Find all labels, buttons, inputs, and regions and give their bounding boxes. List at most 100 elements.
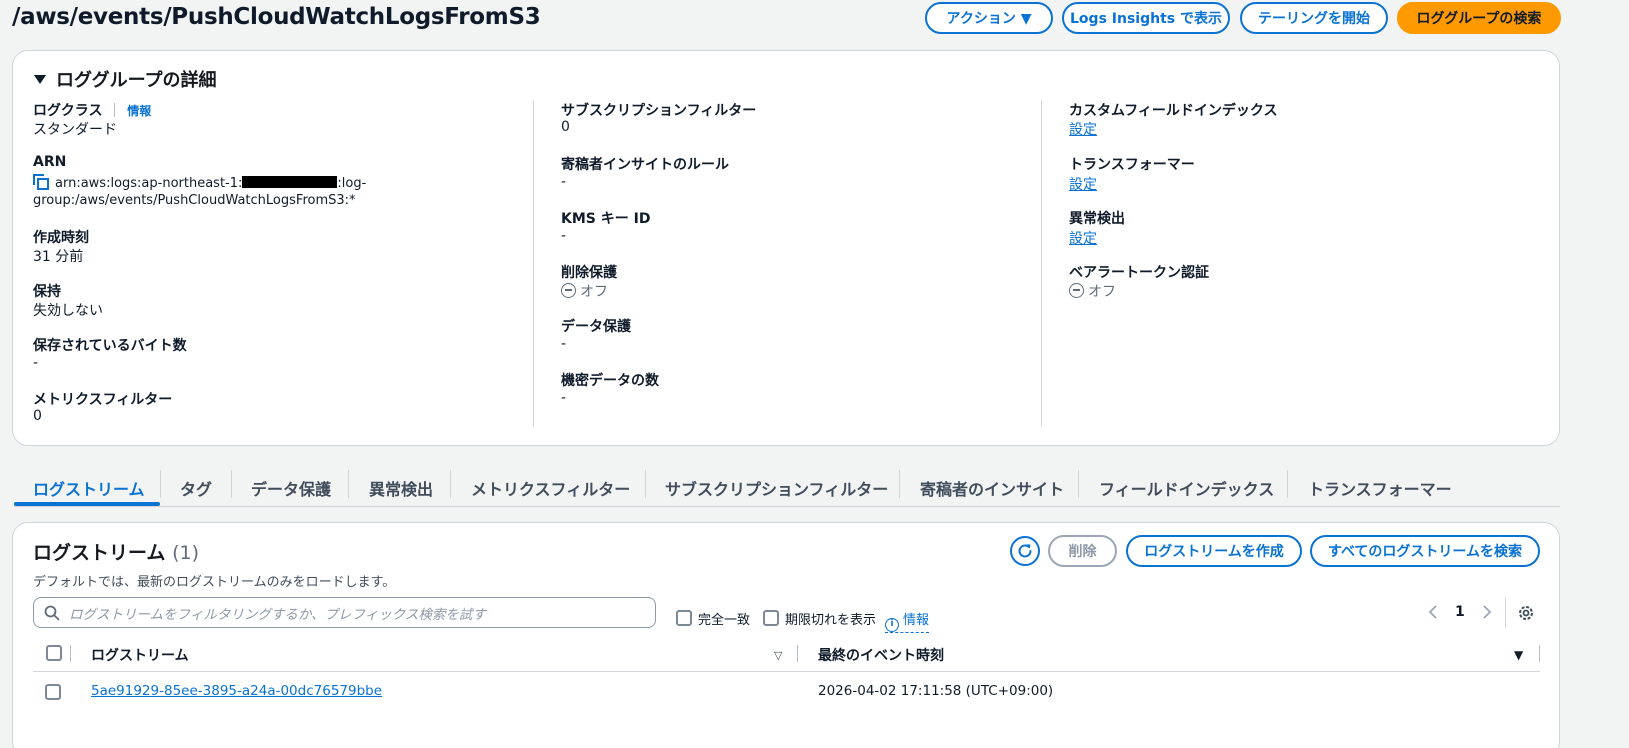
current-page-number[interactable]: 1 xyxy=(1455,604,1465,620)
info-icon: i xyxy=(885,618,899,632)
row-checkbox[interactable] xyxy=(45,684,61,700)
data-protection-value: - xyxy=(561,336,567,352)
logs-insights-button[interactable]: Logs Insights で表示 xyxy=(1062,2,1230,34)
deletion-protection-label: 削除保護 xyxy=(561,265,617,281)
retention-label: 保持 xyxy=(33,284,61,300)
search-log-group-button[interactable]: ロググループの検索 xyxy=(1397,2,1561,34)
delete-button[interactable]: 削除 xyxy=(1048,535,1117,567)
tab-divider xyxy=(645,470,646,498)
column-header-last-event[interactable]: 最終のイベント時刻 xyxy=(818,645,944,665)
anomaly-detection-link[interactable]: 設定 xyxy=(1069,228,1097,248)
sort-desc-icon[interactable]: ▼ xyxy=(1514,648,1523,662)
transformer-link[interactable]: 設定 xyxy=(1069,174,1097,194)
column-header-log-stream[interactable]: ログストリーム xyxy=(91,645,189,665)
details-heading[interactable]: ロググループの詳細 xyxy=(34,66,217,92)
tab-divider xyxy=(160,470,161,498)
subscription-filter-value: 0 xyxy=(561,119,570,135)
sort-icon[interactable]: ▽ xyxy=(774,649,782,662)
actions-button[interactable]: アクション ▼ xyxy=(925,2,1053,34)
pagination-divider xyxy=(1505,598,1506,628)
log-streams-title: ログストリーム (1) xyxy=(33,542,199,564)
stored-bytes-label: 保存されているバイト数 xyxy=(33,338,187,354)
tab-metric-filters[interactable]: メトリクスフィルター xyxy=(471,476,630,500)
log-class-label: ログクラス 情報 xyxy=(33,103,152,119)
tab-transformer[interactable]: トランスフォーマー xyxy=(1308,476,1452,500)
status-off-icon xyxy=(561,283,576,298)
copy-icon[interactable] xyxy=(33,174,49,190)
created-value: 31 分前 xyxy=(33,249,84,265)
log-class-value: スタンダード xyxy=(33,122,117,138)
tab-log-streams[interactable]: ログストリーム xyxy=(33,476,145,500)
redacted-account-id xyxy=(242,176,338,188)
status-off-icon xyxy=(1069,283,1084,298)
column-divider xyxy=(1539,645,1540,662)
stored-bytes-value: - xyxy=(33,355,39,371)
tab-divider xyxy=(1078,470,1079,498)
arn-value: arn:aws:logs:ap-northeast-1::log- xyxy=(33,174,366,191)
next-page-icon[interactable] xyxy=(1481,604,1493,620)
arn-label: ARN xyxy=(33,154,67,170)
caret-down-icon xyxy=(34,75,46,84)
bearer-token-label: ベアラートークン認証 xyxy=(1069,265,1209,281)
tab-tags[interactable]: タグ xyxy=(180,476,212,500)
details-heading-text: ロググループの詳細 xyxy=(56,70,217,91)
custom-field-index-label: カスタムフィールドインデックス xyxy=(1069,103,1278,119)
search-all-log-streams-button[interactable]: すべてのログストリームを検索 xyxy=(1310,535,1540,567)
column-divider xyxy=(1041,100,1042,426)
column-divider xyxy=(70,645,71,662)
exact-match-label: 完全一致 xyxy=(698,613,751,628)
contributor-rules-value: - xyxy=(561,174,567,190)
gear-icon[interactable] xyxy=(1517,604,1535,622)
metric-filter-value: 0 xyxy=(33,408,42,424)
column-divider xyxy=(533,100,534,426)
anomaly-detection-label: 異常検出 xyxy=(1069,211,1125,227)
log-class-info-link[interactable]: 情報 xyxy=(127,104,151,118)
info-link[interactable]: i 情報 xyxy=(885,609,930,633)
tab-data-protection[interactable]: データ保護 xyxy=(251,476,331,500)
exact-match-checkbox[interactable] xyxy=(676,610,692,626)
log-stream-filter-input[interactable]: ログストリームをフィルタリングするか、プレフィックス検索を試す xyxy=(33,597,656,628)
filter-placeholder: ログストリームをフィルタリングするか、プレフィックス検索を試す xyxy=(69,607,486,623)
previous-page-icon[interactable] xyxy=(1427,604,1439,620)
data-protection-label: データ保護 xyxy=(561,319,631,335)
custom-field-index-link[interactable]: 設定 xyxy=(1069,119,1097,139)
show-expired-checkbox[interactable] xyxy=(763,610,779,626)
transformer-label: トランスフォーマー xyxy=(1069,157,1195,173)
tab-field-indexes[interactable]: フィールドインデックス xyxy=(1099,476,1274,500)
deletion-protection-value: オフ xyxy=(561,281,608,301)
retention-value: 失効しない xyxy=(33,303,103,319)
subscription-filter-label: サブスクリプションフィルター xyxy=(561,103,757,119)
tab-contributor-insights[interactable]: 寄稿者のインサイト xyxy=(920,476,1064,500)
tabs-baseline xyxy=(14,506,1560,507)
kms-key-value: - xyxy=(561,228,567,244)
log-streams-count: (1) xyxy=(172,542,199,564)
contributor-rules-label: 寄稿者インサイトのルール xyxy=(561,157,729,173)
create-log-stream-button[interactable]: ログストリームを作成 xyxy=(1126,535,1302,567)
column-divider xyxy=(797,645,798,662)
table-row[interactable]: 5ae91929-85ee-3895-a24a-00dc76579bbe 202… xyxy=(33,672,1540,710)
bearer-token-value: オフ xyxy=(1069,281,1116,301)
sensitive-data-label: 機密データの数 xyxy=(561,373,659,389)
sensitive-data-value: - xyxy=(561,390,567,406)
page-title: /aws/events/PushCloudWatchLogsFromS3 xyxy=(12,4,541,30)
tab-anomaly-detection[interactable]: 異常検出 xyxy=(369,476,433,500)
tab-divider xyxy=(899,470,900,498)
log-stream-name-link[interactable]: 5ae91929-85ee-3895-a24a-00dc76579bbe xyxy=(91,683,382,699)
metric-filter-label: メトリクスフィルター xyxy=(33,392,173,408)
tab-subscription-filters[interactable]: サブスクリプションフィルター xyxy=(665,476,888,500)
refresh-button[interactable] xyxy=(1010,536,1040,566)
created-label: 作成時刻 xyxy=(33,230,89,246)
tab-divider xyxy=(348,470,349,498)
log-group-details-panel xyxy=(12,50,1560,446)
log-streams-description: デフォルトでは、最新のログストリームのみをロードします。 xyxy=(33,575,396,590)
select-all-checkbox[interactable] xyxy=(46,645,62,661)
last-event-time: 2026-04-02 17:11:58 (UTC+09:00) xyxy=(818,683,1054,699)
tab-divider xyxy=(450,470,451,498)
start-tailing-button[interactable]: テーリングを開始 xyxy=(1240,2,1388,34)
search-icon xyxy=(44,605,60,621)
tab-divider xyxy=(1287,470,1288,498)
tab-divider xyxy=(231,470,232,498)
refresh-icon xyxy=(1018,544,1032,558)
show-expired-label: 期限切れを表示 xyxy=(785,613,877,628)
kms-key-label: KMS キー ID xyxy=(561,211,651,227)
